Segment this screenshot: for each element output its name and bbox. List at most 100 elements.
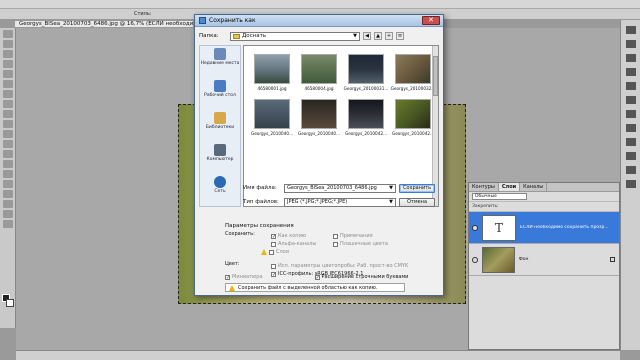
filename-input[interactable]: Georgys_BlSea_20100703_6486.jpg ▼ xyxy=(284,183,396,193)
place-libraries[interactable]: Библиотеки xyxy=(200,110,240,142)
hand-tool-icon[interactable] xyxy=(3,210,13,218)
move-tool-icon[interactable] xyxy=(3,30,13,38)
folder-select[interactable]: Доснать ▼ xyxy=(230,31,360,41)
as-copy-option[interactable]: Как копию xyxy=(271,233,306,239)
close-button[interactable]: ✕ xyxy=(422,16,440,25)
zoom-tool-icon[interactable] xyxy=(3,220,13,228)
lowercase-extension-checkbox[interactable] xyxy=(314,274,320,280)
tab-paths[interactable]: Контуры xyxy=(469,183,499,191)
thumbnail-checkbox[interactable] xyxy=(225,274,230,280)
file-thumbnail xyxy=(348,99,384,129)
proof-setup-checkbox[interactable] xyxy=(271,263,276,269)
file-item[interactable]: 46580001.jpg xyxy=(250,52,294,91)
file-item[interactable]: Georgys_20100031... xyxy=(344,52,388,91)
file-item[interactable]: Georgys_2010042... xyxy=(344,97,388,136)
new-folder-icon[interactable]: + xyxy=(385,32,393,40)
quick-select-tool-icon[interactable] xyxy=(3,60,13,68)
layers-label: Слои xyxy=(276,249,289,255)
up-folder-icon[interactable]: ▲ xyxy=(374,32,382,40)
panel-icon[interactable] xyxy=(626,124,636,132)
alpha-channels-option[interactable]: Альфа-каналы xyxy=(271,241,316,247)
lock-icon xyxy=(610,257,615,262)
status-bar xyxy=(16,350,620,360)
path-select-tool-icon[interactable] xyxy=(3,190,13,198)
notes-option[interactable]: Примечания xyxy=(333,233,373,239)
brush-tool-icon[interactable] xyxy=(3,100,13,108)
save-label: Сохранить: xyxy=(225,231,255,237)
blend-mode-select[interactable]: Обычные xyxy=(472,193,527,200)
layer-row-background[interactable]: Фон xyxy=(469,244,619,276)
spot-colors-checkbox[interactable] xyxy=(333,241,338,247)
panel-icon[interactable] xyxy=(626,152,636,160)
panel-icon[interactable] xyxy=(626,110,636,118)
marquee-tool-icon[interactable] xyxy=(3,40,13,48)
layers-option[interactable]: Слои xyxy=(261,249,289,255)
as-copy-checkbox[interactable] xyxy=(271,233,276,239)
panel-icon[interactable] xyxy=(626,82,636,90)
pen-tool-icon[interactable] xyxy=(3,170,13,178)
eye-icon[interactable] xyxy=(472,224,478,231)
panel-icon[interactable] xyxy=(626,26,636,34)
place-label: Рабочий стол xyxy=(204,93,236,98)
filename-label: Имя файла: xyxy=(243,185,277,191)
panel-dock xyxy=(620,20,640,350)
save-as-dialog: Сохранить как ✕ Папка: Доснать ▼ ◀ ▲ + ≡… xyxy=(194,14,444,296)
notes-checkbox[interactable] xyxy=(333,233,338,239)
eyedropper-tool-icon[interactable] xyxy=(3,80,13,88)
place-desktop[interactable]: Рабочий стол xyxy=(200,78,240,110)
cancel-button[interactable]: Отмена xyxy=(399,197,435,207)
chevron-down-icon: ▼ xyxy=(353,33,357,39)
stamp-tool-icon[interactable] xyxy=(3,110,13,118)
lowercase-extension-option[interactable]: Расширение строчными буквами xyxy=(314,273,408,281)
panel-icon[interactable] xyxy=(626,180,636,188)
file-item[interactable]: Georgys_20100032... xyxy=(391,52,435,91)
tab-layers[interactable]: Слои xyxy=(498,183,521,191)
file-item[interactable]: Georgys_2010042... xyxy=(391,97,435,136)
file-item[interactable]: Georgys_2010040... xyxy=(250,97,294,136)
layer-row-text[interactable]: T ЕСЛИ необходимо сохранить прозр... xyxy=(469,212,619,244)
gradient-tool-icon[interactable] xyxy=(3,140,13,148)
blend-mode-row: Обычные xyxy=(469,192,619,202)
eraser-tool-icon[interactable] xyxy=(3,130,13,138)
file-item[interactable]: 46580004.jpg xyxy=(297,52,341,91)
panel-icon[interactable] xyxy=(626,166,636,174)
place-computer[interactable]: Компьютер xyxy=(200,142,240,174)
shape-tool-icon[interactable] xyxy=(3,200,13,208)
layers-checkbox[interactable] xyxy=(269,249,274,255)
spot-colors-option[interactable]: Плашечные цвета xyxy=(333,241,388,247)
file-item[interactable]: Georgys_2010040... xyxy=(297,97,341,136)
panel-icon[interactable] xyxy=(626,96,636,104)
blur-tool-icon[interactable] xyxy=(3,150,13,158)
document-tab[interactable]: Georgys_BlSea_20100703_6486.jpg @ 16,7% … xyxy=(14,20,194,28)
crop-tool-icon[interactable] xyxy=(3,70,13,78)
warning-icon xyxy=(229,284,235,291)
panel-icon[interactable] xyxy=(626,54,636,62)
thumbnail-option[interactable]: Миниатюра xyxy=(225,273,263,281)
type-tool-icon[interactable] xyxy=(3,180,13,188)
healing-tool-icon[interactable] xyxy=(3,90,13,98)
save-params-title: Параметры сохранения xyxy=(225,223,294,229)
dodge-tool-icon[interactable] xyxy=(3,160,13,168)
alpha-channels-checkbox[interactable] xyxy=(271,241,276,247)
color-label: Цвет: xyxy=(225,261,240,267)
history-brush-tool-icon[interactable] xyxy=(3,120,13,128)
lasso-tool-icon[interactable] xyxy=(3,50,13,58)
back-icon[interactable]: ◀ xyxy=(363,32,371,40)
save-button[interactable]: Сохранить xyxy=(399,183,435,193)
panel-icon[interactable] xyxy=(626,138,636,146)
alpha-channels-label: Альфа-каналы xyxy=(278,241,317,247)
scrollbar-thumb[interactable] xyxy=(433,56,438,96)
file-name: 46580004.jpg xyxy=(304,86,334,91)
panel-icon[interactable] xyxy=(626,68,636,76)
proof-setup-option[interactable]: Исп. параметры цветопробы: Раб. прост-во… xyxy=(271,263,408,269)
tab-channels[interactable]: Каналы xyxy=(520,183,548,191)
eye-icon[interactable] xyxy=(472,256,478,263)
panel-icon[interactable] xyxy=(626,40,636,48)
background-color-swatch[interactable] xyxy=(6,299,14,307)
place-network[interactable]: Сеть xyxy=(200,174,240,206)
layer-name: Фон xyxy=(518,257,529,262)
file-list-scrollbar[interactable] xyxy=(432,46,438,206)
filetype-select[interactable]: JPEG (*.JPG;*.JPEG;*.JPE) ▼ xyxy=(284,197,396,207)
place-recent[interactable]: Недавние места xyxy=(200,46,240,78)
view-menu-icon[interactable]: ≡ xyxy=(396,32,404,40)
